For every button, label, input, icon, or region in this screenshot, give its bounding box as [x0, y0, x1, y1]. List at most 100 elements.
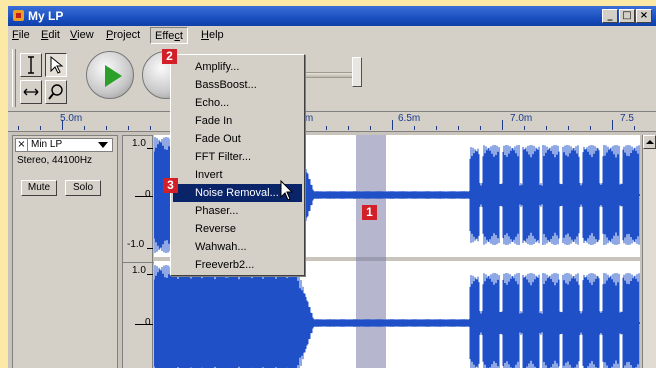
- double-arrow-icon: [23, 88, 39, 96]
- ruler-tick: [590, 126, 591, 130]
- ruler-tick: [568, 126, 569, 130]
- ruler-tick: [106, 126, 107, 130]
- ruler-tick: [502, 120, 503, 130]
- ruler-tick: [150, 126, 151, 130]
- app-window: My LP _ □ × File Edit View Project Effec…: [8, 6, 656, 368]
- selection-tool-button[interactable]: [20, 53, 42, 77]
- menu-project[interactable]: Project: [106, 29, 140, 41]
- menu-item-fft-filter[interactable]: FFT Filter...: [173, 148, 302, 166]
- zoom-tool-button[interactable]: [45, 80, 67, 104]
- ruler-tick: [634, 126, 635, 130]
- timeshift-tool-button[interactable]: [20, 80, 42, 104]
- menu-item-freeverb2[interactable]: Freeverb2...: [173, 256, 302, 274]
- menu-effect-post: t: [179, 30, 183, 42]
- menu-help[interactable]: Help: [201, 29, 224, 41]
- ruler-label: 5.0m: [60, 113, 83, 124]
- solo-button[interactable]: Solo: [65, 180, 101, 196]
- vertical-scrollbar[interactable]: [642, 135, 656, 368]
- menu-item-reverse[interactable]: Reverse: [173, 220, 302, 238]
- menu-view-rest: iew: [77, 29, 94, 41]
- minimize-button[interactable]: _: [602, 9, 618, 23]
- right-channel-waveform: [154, 265, 640, 368]
- toolbar-grip[interactable]: [12, 49, 16, 107]
- ruler-tick: [326, 126, 327, 130]
- menu-file-rest: ile: [18, 29, 30, 41]
- mouse-cursor-icon: [280, 180, 294, 201]
- window-title: My LP: [28, 9, 64, 23]
- menu-item-fade-in[interactable]: Fade In: [173, 112, 302, 130]
- scale-tick: [135, 196, 153, 197]
- menu-item-echo[interactable]: Echo...: [173, 94, 302, 112]
- envelope-tool-button[interactable]: [45, 53, 67, 77]
- i-beam-icon: [28, 56, 34, 74]
- magnifier-icon: [48, 84, 63, 100]
- ruler-tick: [480, 126, 481, 130]
- menu-effect-pre: Effe: [155, 30, 175, 42]
- ruler-label: 6.5m: [398, 113, 421, 124]
- scale-tick: [147, 148, 153, 149]
- volume-slider-track[interactable]: [298, 72, 358, 78]
- menu-edit[interactable]: Edit: [41, 29, 60, 41]
- ruler-tick: [392, 120, 393, 130]
- ruler-tick: [128, 126, 129, 130]
- scale-label: 0: [145, 189, 151, 200]
- scale-tick: [147, 274, 153, 275]
- menu-item-phaser[interactable]: Phaser...: [173, 202, 302, 220]
- ruler-tick: [458, 126, 459, 130]
- scale-label: -1.0: [127, 239, 145, 250]
- scale-label: 1.0: [132, 138, 146, 149]
- scale-tick: [147, 248, 153, 249]
- track-area: × Min LP Stereo, 44100Hz Mute Solo 1.0 0…: [8, 131, 656, 368]
- scale-label: 1.0: [132, 265, 146, 276]
- mute-button[interactable]: Mute: [21, 180, 57, 196]
- selection-region: [356, 135, 386, 368]
- channel-divider: [123, 262, 154, 263]
- maximize-button[interactable]: □: [619, 9, 635, 23]
- scroll-up-button[interactable]: [643, 135, 656, 149]
- window-controls: _ □ ×: [602, 9, 652, 23]
- menu-view[interactable]: View: [70, 29, 94, 41]
- timeline-ruler[interactable]: 5.0m 6.0m 6.5m 7.0m 7.5: [8, 111, 656, 131]
- ruler-tick: [524, 126, 525, 130]
- pointer-icon: [50, 55, 64, 74]
- menu-effect[interactable]: Effect: [150, 27, 188, 44]
- track-name: Min LP: [31, 139, 63, 150]
- close-button[interactable]: ×: [636, 9, 652, 23]
- menu-file[interactable]: File: [12, 29, 30, 41]
- play-icon: [105, 65, 122, 87]
- menu-file-mnemonic: F: [12, 29, 19, 41]
- title-bar: My LP _ □ ×: [8, 6, 656, 26]
- menu-project-rest: roject: [113, 29, 141, 41]
- ruler-tick: [84, 126, 85, 130]
- menu-bar: File Edit View Project Effect Help: [8, 26, 656, 45]
- close-track-icon[interactable]: ×: [16, 139, 28, 151]
- menu-item-amplify[interactable]: Amplify...: [173, 58, 302, 76]
- track-name-dropdown[interactable]: × Min LP: [15, 138, 113, 152]
- menu-help-rest: elp: [208, 29, 224, 41]
- track-control-panel: × Min LP Stereo, 44100Hz Mute Solo: [12, 135, 118, 368]
- ruler-tick: [414, 126, 415, 130]
- ruler-tick: [612, 120, 613, 130]
- scale-label: 0: [145, 317, 151, 328]
- play-button[interactable]: [86, 51, 134, 99]
- callout-badge: 3: [163, 178, 178, 193]
- menu-edit-rest: dit: [48, 29, 60, 41]
- chevron-down-icon: [98, 142, 108, 148]
- scale-tick: [135, 324, 153, 325]
- amplitude-ruler: 1.0 0 -1.0 1.0 0: [122, 135, 154, 368]
- callout-badge: 2: [162, 49, 177, 64]
- menu-item-wahwah[interactable]: Wahwah...: [173, 238, 302, 256]
- callout-badge: 1: [362, 205, 377, 220]
- ruler-tick: [436, 126, 437, 130]
- track-format: Stereo, 44100Hz: [17, 155, 93, 166]
- menu-help-mnemonic: H: [201, 29, 209, 41]
- ruler-tick: [40, 126, 41, 130]
- app-icon: [13, 10, 24, 21]
- ruler-tick: [348, 126, 349, 130]
- menu-item-bassboost[interactable]: BassBoost...: [173, 76, 302, 94]
- menu-item-fade-out[interactable]: Fade Out: [173, 130, 302, 148]
- volume-slider-thumb[interactable]: [352, 57, 362, 87]
- ruler-label: 7.0m: [510, 113, 533, 124]
- ruler-tick: [546, 126, 547, 130]
- arrow-up-icon: [646, 140, 654, 144]
